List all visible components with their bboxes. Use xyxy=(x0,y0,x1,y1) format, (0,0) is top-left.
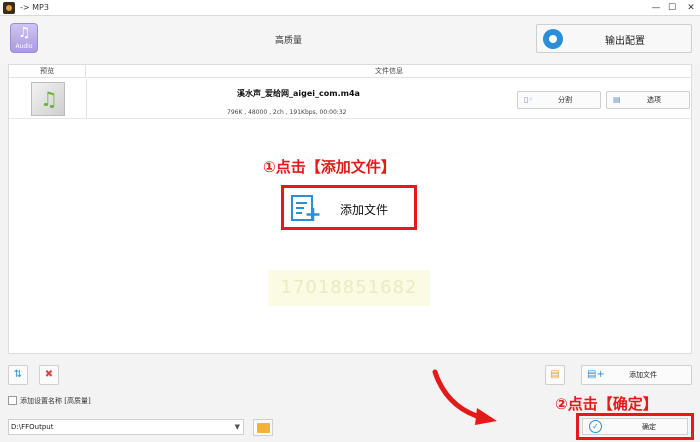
column-headers: 预览 文件信息 xyxy=(9,65,691,78)
app-icon xyxy=(3,2,15,14)
maximize-button[interactable]: ☐ xyxy=(664,0,680,16)
add-setting-name-label: 添加设置名称 [高质量] xyxy=(20,397,91,405)
gear-icon xyxy=(543,29,563,49)
minimize-button[interactable]: — xyxy=(648,0,664,16)
add-setting-name-checkbox[interactable] xyxy=(8,396,17,405)
check-circle-icon: ✓ xyxy=(589,420,602,433)
clear-list-button[interactable]: ✖ xyxy=(39,365,59,385)
sort-button[interactable]: ⇅ xyxy=(8,365,28,385)
file-row[interactable]: ♫ 溪水声_爱给网_aigei_com.m4a 796K , 48000 , 2… xyxy=(9,79,691,119)
add-file-center-button[interactable]: 添加文件 xyxy=(281,185,417,230)
annotation-step1: ①点击【添加文件】 xyxy=(263,158,396,176)
quality-label: 高质量 xyxy=(275,36,303,46)
file-thumbnail: ♫ xyxy=(31,82,65,116)
options-button[interactable]: ▤ 选项 xyxy=(606,91,690,109)
file-name: 溪水声_爱给网_aigei_com.m4a xyxy=(237,89,360,98)
split-label: 分割 xyxy=(558,96,572,104)
music-note-icon: ♫ xyxy=(18,25,31,41)
annotation-arrow-icon xyxy=(432,369,497,425)
options-label: 选项 xyxy=(647,96,661,104)
add-file-center-label: 添加文件 xyxy=(340,203,389,217)
ok-label: 确定 xyxy=(642,423,656,431)
output-path-value: D:\FFOutput xyxy=(11,423,54,431)
column-divider xyxy=(86,79,87,119)
add-folder-button[interactable]: ▤ xyxy=(545,365,565,385)
column-file-info: 文件信息 xyxy=(375,67,403,75)
chevron-down-icon: ▼ xyxy=(234,423,240,431)
ok-button[interactable]: ✓ 确定 xyxy=(582,418,688,435)
annotation-step2: ②点击【确定】 xyxy=(555,395,658,413)
output-config-label: 输出配置 xyxy=(605,36,645,47)
add-file-button[interactable]: ▤+ 添加文件 xyxy=(581,365,692,385)
column-preview: 预览 xyxy=(9,65,86,78)
browse-folder-button[interactable] xyxy=(253,419,273,436)
ok-button-highlight: ✓ 确定 xyxy=(576,413,694,440)
format-header: ♫ Audio 高质量 输出配置 xyxy=(0,17,700,63)
close-button[interactable]: ✕ xyxy=(683,0,699,16)
audio-format-icon: ♫ Audio xyxy=(10,23,38,53)
output-config-button[interactable]: 输出配置 xyxy=(536,24,692,53)
watermark: 17018851682 xyxy=(268,270,430,306)
add-file-icon xyxy=(291,195,320,221)
window-title: -> MP3 xyxy=(20,3,49,12)
folder-icon xyxy=(257,423,270,433)
file-meta: 796K , 48000 , 2ch , 191Kbps, 00:00:32 xyxy=(227,109,347,116)
split-button[interactable]: ▯◦ 分割 xyxy=(517,91,601,109)
output-path-select[interactable]: D:\FFOutput ▼ xyxy=(8,419,244,435)
add-file-small-icon: ▤+ xyxy=(587,369,605,380)
title-bar: -> MP3 — ☐ ✕ xyxy=(0,0,700,16)
add-file-label: 添加文件 xyxy=(629,371,657,379)
audio-icon-label: Audio xyxy=(15,43,33,50)
music-file-icon: ♫ xyxy=(40,87,58,111)
